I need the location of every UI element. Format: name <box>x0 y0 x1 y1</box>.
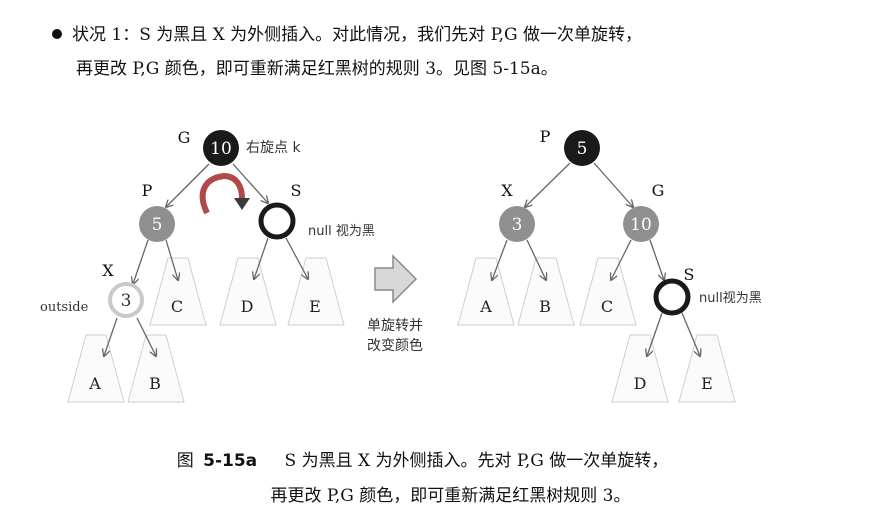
right-subtree-c: C <box>601 297 613 316</box>
edge-p-x <box>133 239 149 284</box>
right-tree: 5 P 3 X 10 G S null视为黑 A B C D E <box>457 127 762 403</box>
caption-figure-number: 5-15a <box>203 451 258 471</box>
figure-caption-line-1: 图 5-15a S 为黑且 X 为外侧插入。先对 P,G 做一次单旋转， <box>0 446 861 471</box>
left-node-p-label: P <box>142 181 153 200</box>
left-subtree-a: A <box>88 374 101 393</box>
figure-caption-line-2: 再更改 P,G 颜色，即可重新满足红黑树规则 3。 <box>270 486 631 506</box>
edge-r-p-g <box>593 162 633 207</box>
rotate-right-arrow-icon <box>199 172 245 215</box>
right-null-note: null视为黑 <box>699 291 762 306</box>
transition-arrow-icon <box>374 254 418 304</box>
right-node-x-label: X <box>501 181 513 200</box>
caption-line-1-text: S 为黑且 X 为外侧插入。先对 P,G 做一次单旋转， <box>284 451 669 471</box>
edge-r-g-s <box>649 239 664 280</box>
left-rotate-note: 右旋点 k <box>246 140 301 156</box>
page: 状况 1：S 为黑且 X 为外侧插入。对此情况，我们先对 P,G 做一次单旋转，… <box>0 0 877 525</box>
right-node-p-label: P <box>540 127 551 146</box>
left-node-g-label: G <box>178 128 191 147</box>
right-subtree-b: B <box>539 297 551 316</box>
left-node-p-value: 5 <box>152 215 163 235</box>
left-node-x-label: X <box>102 261 114 280</box>
right-node-p-value: 5 <box>577 139 588 159</box>
left-node-x-value: 3 <box>121 291 132 311</box>
left-outside-note: outside <box>40 300 89 315</box>
right-node-g-label: G <box>652 181 665 200</box>
edge-r-p-x <box>525 162 571 207</box>
transition-label-line-1: 单旋转并 <box>367 318 423 334</box>
rotate-arrow-head-icon <box>234 198 250 210</box>
left-subtree-c: C <box>171 297 183 316</box>
right-subtree-d: D <box>634 374 647 393</box>
right-node-s <box>653 278 691 316</box>
right-subtree-a: A <box>479 297 492 316</box>
left-subtree-e: E <box>309 297 321 316</box>
edge-s-e <box>285 237 308 279</box>
right-node-s-label: S <box>684 265 695 284</box>
caption-figure-prefix: 图 <box>176 451 194 471</box>
left-null-note: null 视为黑 <box>308 224 375 239</box>
left-node-s <box>258 202 296 240</box>
left-subtree-d: D <box>241 297 254 316</box>
transition: 单旋转并 改变颜色 <box>367 254 423 354</box>
right-subtree-e: E <box>701 374 713 393</box>
left-node-s-label: S <box>291 181 302 200</box>
right-node-x-value: 3 <box>512 215 523 235</box>
left-node-g-value: 10 <box>210 139 232 159</box>
left-subtree-b: B <box>149 374 161 393</box>
right-node-g-value: 10 <box>630 215 652 235</box>
left-tree: 10 G 右旋点 k 5 P S null 视为黑 3 X outside C … <box>40 128 375 403</box>
transition-label-line-2: 改变颜色 <box>367 337 423 354</box>
